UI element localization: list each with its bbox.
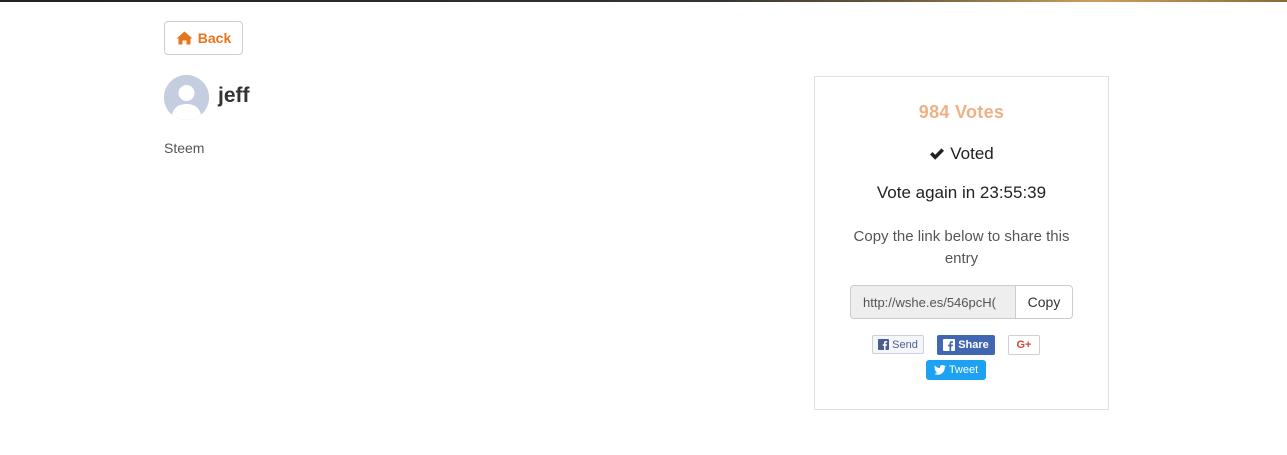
- check-icon: [929, 147, 945, 161]
- copy-button[interactable]: Copy: [1015, 285, 1073, 319]
- user-bio: Steem: [164, 140, 205, 156]
- default-user-icon: [164, 75, 209, 120]
- back-button-label: Back: [197, 30, 232, 46]
- share-link-group: Copy: [850, 285, 1073, 319]
- facebook-share-button[interactable]: Share: [937, 335, 995, 355]
- tweet-label: Tweet: [948, 364, 979, 376]
- share-instruction: Copy the link below to share this entry: [853, 228, 1070, 267]
- share-link-input[interactable]: [850, 285, 1015, 319]
- twitter-icon: [933, 365, 946, 375]
- home-icon: [176, 31, 193, 45]
- avatar: [164, 75, 209, 120]
- facebook-icon: [943, 339, 956, 351]
- facebook-send-label: Send: [892, 338, 918, 351]
- top-header-strip: [0, 0, 1287, 2]
- tweet-button[interactable]: Tweet: [926, 360, 986, 380]
- facebook-icon: [878, 339, 890, 350]
- voted-label: Voted: [950, 144, 994, 163]
- google-plus-label: G+: [1016, 339, 1032, 351]
- voted-status: Voted: [815, 144, 1108, 164]
- facebook-share-label: Share: [958, 339, 989, 351]
- vote-count: 984 Votes: [918, 102, 1005, 122]
- vote-again-timer: Vote again in 23:55:39: [876, 183, 1047, 202]
- vote-panel: 984 Votes Voted Vote again in 23:55:39 C…: [814, 76, 1109, 410]
- username: jeff: [218, 84, 250, 107]
- back-button[interactable]: Back: [164, 21, 243, 55]
- facebook-send-button[interactable]: Send: [872, 335, 924, 354]
- google-plus-button[interactable]: G+: [1008, 335, 1040, 355]
